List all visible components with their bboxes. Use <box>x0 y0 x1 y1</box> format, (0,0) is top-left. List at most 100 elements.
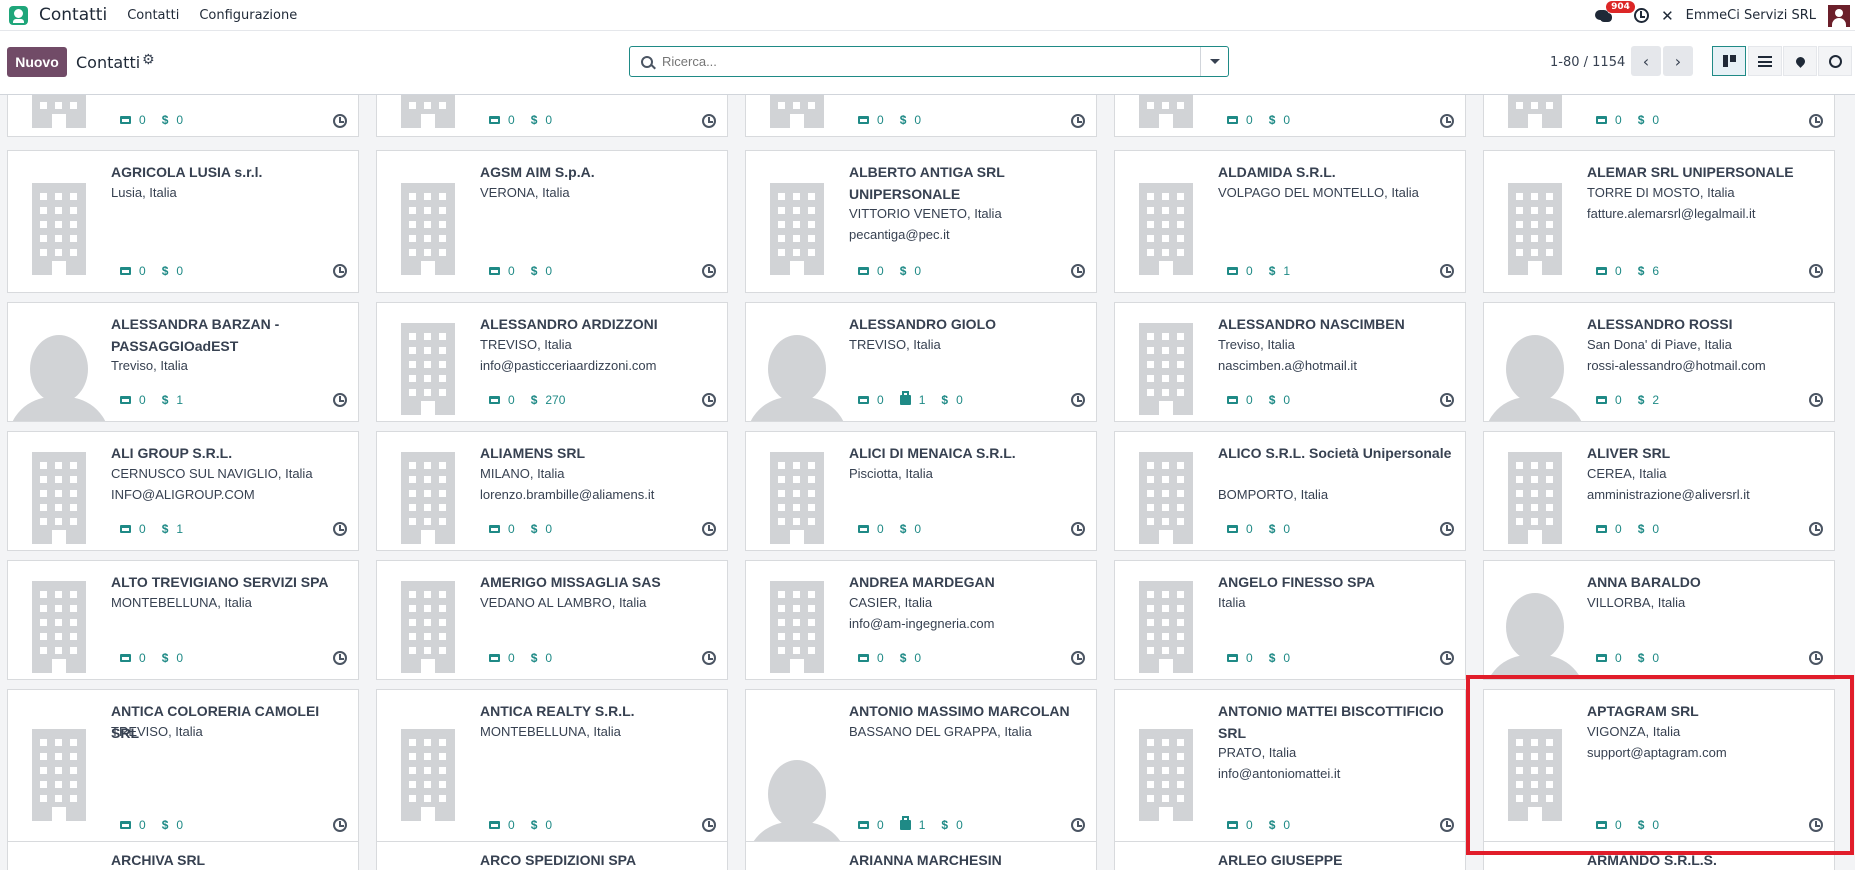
user-avatar[interactable] <box>1828 4 1850 27</box>
kanban-card-partial[interactable]: ARLEO GIUSEPPE <box>1114 841 1466 870</box>
gear-icon[interactable]: ⚙ <box>142 52 155 68</box>
kanban-card[interactable]: ALICO S.R.L. Società Unipersonale BOMPOR… <box>1114 431 1466 551</box>
activities-clock-icon[interactable] <box>1634 8 1650 23</box>
activity-clock-icon[interactable] <box>1440 393 1454 407</box>
activity-clock-icon[interactable] <box>1809 264 1823 278</box>
kanban-card[interactable]: ALIAMENS SRL MILANO, Italia lorenzo.bram… <box>376 431 728 551</box>
activity-view-button[interactable] <box>1818 46 1852 76</box>
pager-next-button[interactable]: › <box>1663 46 1693 76</box>
kanban-card[interactable]: ALESSANDRO ARDIZZONI TREVISO, Italia inf… <box>376 302 728 422</box>
kanban-card-partial[interactable]: 0 $0 <box>376 95 728 137</box>
menu-configurazione[interactable]: Configurazione <box>199 8 297 23</box>
kanban-card[interactable]: ALESSANDRO GIOLO TREVISO, Italia 0 1 $0 <box>745 302 1097 422</box>
kanban-card-partial[interactable]: 0 $0 <box>1114 95 1466 137</box>
invoiced-amount: 0 <box>545 818 553 832</box>
activity-clock-icon[interactable] <box>1440 114 1454 128</box>
messages-icon[interactable]: 904 <box>1594 0 1635 25</box>
kanban-card[interactable]: ANGELO FINESSO SPA Italia 0 $0 <box>1114 560 1466 680</box>
activity-clock-icon[interactable] <box>1809 393 1823 407</box>
kanban-card[interactable]: ANTONIO MATTEI BISCOTTIFICIO SRL PRATO, … <box>1114 689 1466 847</box>
pager-value[interactable]: 1-80 / 1154 <box>1550 55 1625 70</box>
kanban-card-partial[interactable]: ARIANNA MARCHESIN <box>745 841 1097 870</box>
pager-previous-button[interactable]: ‹ <box>1631 46 1661 76</box>
company-switcher[interactable]: EmmeCi Servizi SRL <box>1686 8 1816 23</box>
search-input[interactable] <box>662 54 1200 69</box>
list-view-button[interactable] <box>1748 46 1782 76</box>
dollar-icon: $ <box>1268 522 1276 536</box>
activity-clock-icon[interactable] <box>702 522 716 536</box>
contacts-app-icon[interactable] <box>9 5 28 25</box>
app-name[interactable]: Contatti <box>39 5 107 25</box>
activity-clock-icon[interactable] <box>1440 264 1454 278</box>
activity-clock-icon[interactable] <box>333 264 347 278</box>
activity-clock-icon[interactable] <box>1809 651 1823 665</box>
activity-clock-icon[interactable] <box>1440 818 1454 832</box>
kanban-card-partial[interactable]: ARCO SPEDIZIONI SPA <box>376 841 728 870</box>
kanban-card[interactable]: ANNA BARALDO VILLORBA, Italia 0 $0 <box>1483 560 1835 680</box>
activity-clock-icon[interactable] <box>702 818 716 832</box>
activity-clock-icon[interactable] <box>1440 651 1454 665</box>
meetings-count: 0 <box>877 651 884 665</box>
dollar-icon: $ <box>899 522 907 536</box>
kanban-card[interactable]: APTAGRAM SRL VIGONZA, Italia support@apt… <box>1483 689 1835 847</box>
credit-card-icon <box>858 267 869 275</box>
map-view-button[interactable] <box>1783 46 1817 76</box>
kanban-card[interactable]: AGSM AIM S.p.A. VERONA, Italia 0 $0 <box>376 150 728 293</box>
kanban-card[interactable]: AGRICOLA LUSIA s.r.l. Lusia, Italia 0 $0 <box>7 150 359 293</box>
contact-name: ALESSANDRO NASCIMBEN <box>1218 316 1405 332</box>
activity-clock-icon[interactable] <box>1440 522 1454 536</box>
kanban-card-partial[interactable]: 0 $0 <box>7 95 359 137</box>
kanban-card[interactable]: ALICI DI MENAICA S.R.L. Pisciotta, Itali… <box>745 431 1097 551</box>
activity-clock-icon[interactable] <box>702 393 716 407</box>
kanban-card[interactable]: ALDAMIDA S.R.L. VOLPAGO DEL MONTELLO, It… <box>1114 150 1466 293</box>
meetings-count: 0 <box>508 522 515 536</box>
search-options-toggle[interactable] <box>1200 47 1228 76</box>
activity-clock-icon[interactable] <box>333 114 347 128</box>
activity-clock-icon[interactable] <box>1071 114 1085 128</box>
contact-name: ARMANDO S.R.L.S. <box>1587 852 1717 868</box>
meetings-count: 0 <box>508 651 515 665</box>
activity-clock-icon[interactable] <box>702 651 716 665</box>
kanban-card[interactable]: ALIVER SRL CEREA, Italia amministrazione… <box>1483 431 1835 551</box>
debug-tools-icon[interactable]: ✕ <box>1661 7 1674 25</box>
kanban-card-partial[interactable]: ARMANDO S.R.L.S. <box>1483 841 1835 870</box>
activity-clock-icon[interactable] <box>1809 114 1823 128</box>
menu-contatti[interactable]: Contatti <box>127 8 179 23</box>
new-button[interactable]: Nuovo <box>7 47 67 77</box>
contact-city: Treviso, Italia <box>111 358 188 373</box>
kanban-card[interactable]: AMERIGO MISSAGLIA SAS VEDANO AL LAMBRO, … <box>376 560 728 680</box>
kanban-card[interactable]: ALEMAR SRL UNIPERSONALE TORRE DI MOSTO, … <box>1483 150 1835 293</box>
building-icon <box>32 183 86 275</box>
activity-clock-icon[interactable] <box>702 264 716 278</box>
kanban-card[interactable]: ANTONIO MASSIMO MARCOLAN BASSANO DEL GRA… <box>745 689 1097 847</box>
kanban-card[interactable]: ANTICA REALTY S.R.L. MONTEBELLUNA, Itali… <box>376 689 728 847</box>
kanban-card[interactable]: ANDREA MARDEGAN CASIER, Italia info@am-i… <box>745 560 1097 680</box>
activity-clock-icon[interactable] <box>333 522 347 536</box>
dollar-icon: $ <box>530 264 538 278</box>
kanban-card-partial[interactable]: ARCHIVA SRL <box>7 841 359 870</box>
kanban-card-partial[interactable]: 0 $0 <box>745 95 1097 137</box>
activity-clock-icon[interactable] <box>333 818 347 832</box>
activity-clock-icon[interactable] <box>333 651 347 665</box>
activity-clock-icon[interactable] <box>1071 264 1085 278</box>
card-stats: 0 $0 <box>1227 393 1290 407</box>
activity-clock-icon[interactable] <box>1071 393 1085 407</box>
activity-clock-icon[interactable] <box>1071 522 1085 536</box>
kanban-card[interactable]: ALTO TREVIGIANO SERVIZI SPA MONTEBELLUNA… <box>7 560 359 680</box>
kanban-card[interactable]: ALESSANDRO ROSSI San Dona' di Piave, Ita… <box>1483 302 1835 422</box>
activity-clock-icon[interactable] <box>1071 651 1085 665</box>
activity-clock-icon[interactable] <box>1809 522 1823 536</box>
activity-clock-icon[interactable] <box>333 393 347 407</box>
kanban-card[interactable]: ALESSANDRO NASCIMBEN Treviso, Italia nas… <box>1114 302 1466 422</box>
activity-clock-icon[interactable] <box>1071 818 1085 832</box>
card-stats: 0 $0 <box>489 818 552 832</box>
kanban-card[interactable]: ALI GROUP S.R.L. CERNUSCO SUL NAVIGLIO, … <box>7 431 359 551</box>
kanban-card-partial[interactable]: 0 $0 <box>1483 95 1835 137</box>
kanban-card[interactable]: ALESSANDRA BARZAN - PASSAGGIOadEST Trevi… <box>7 302 359 422</box>
activity-clock-icon[interactable] <box>1809 818 1823 832</box>
kanban-view-button[interactable] <box>1712 46 1746 76</box>
kanban-card[interactable]: ALBERTO ANTIGA SRL UNIPERSONALE VITTORIO… <box>745 150 1097 293</box>
dollar-icon: $ <box>1637 393 1645 407</box>
activity-clock-icon[interactable] <box>702 114 716 128</box>
kanban-card[interactable]: ANTICA COLORERIA CAMOLEI SRL TREVISO, It… <box>7 689 359 847</box>
